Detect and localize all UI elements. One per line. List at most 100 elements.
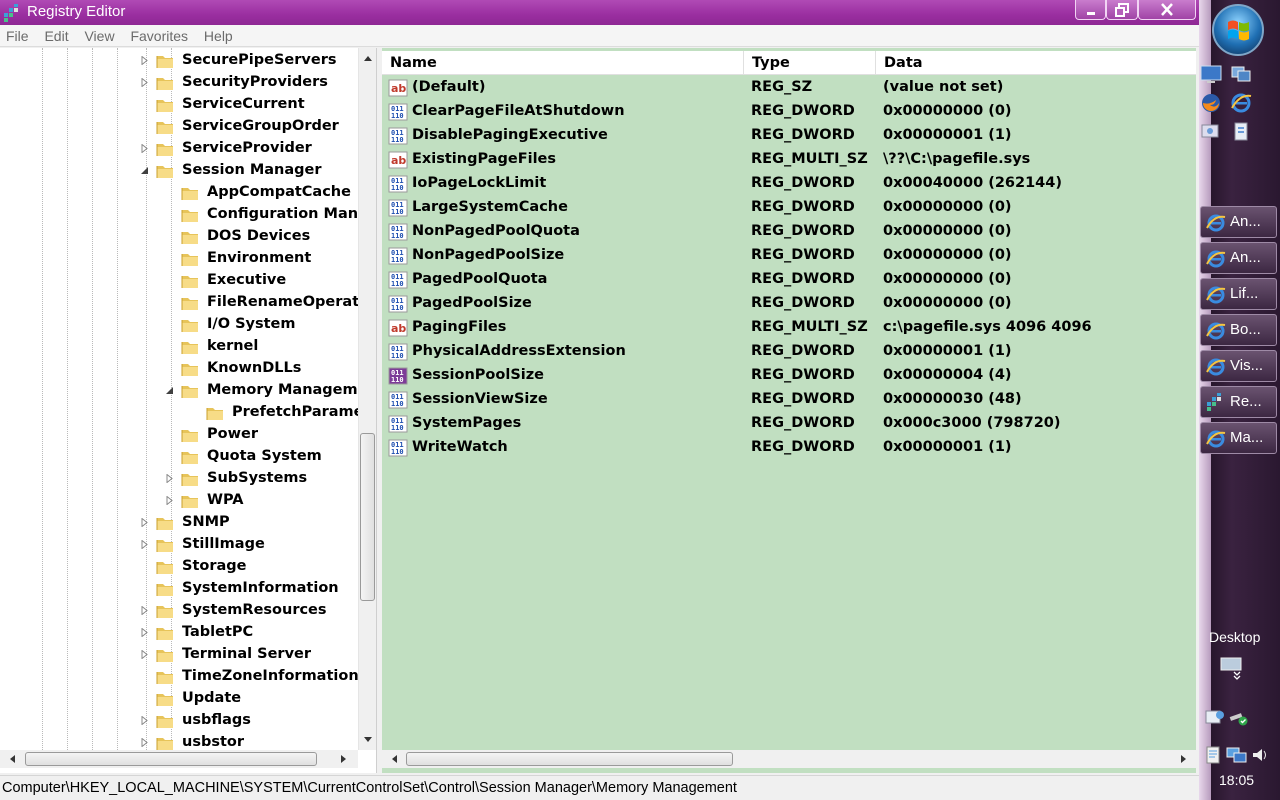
scroll-right-icon[interactable] bbox=[340, 754, 348, 764]
tree-item[interactable]: Session Manager bbox=[0, 160, 358, 182]
tree-item[interactable]: Memory Managemen bbox=[0, 380, 358, 402]
tray-update-icon[interactable] bbox=[1204, 707, 1226, 727]
close-button[interactable] bbox=[1138, 0, 1196, 20]
value-row[interactable]: 011 110 NonPagedPoolSize REG_DWORD 0x0000000… bbox=[382, 244, 1196, 268]
value-row[interactable]: 011 110 SessionPoolSize REG_DWORD 0x00000004… bbox=[382, 364, 1196, 388]
value-row[interactable]: 011 110 IoPageLockLimit REG_DWORD 0x00040000… bbox=[382, 172, 1196, 196]
tray-action-center-icon[interactable] bbox=[1204, 745, 1224, 765]
tree-item[interactable]: Storage bbox=[0, 556, 358, 578]
scroll-down-icon[interactable] bbox=[363, 736, 373, 744]
tree-item[interactable]: StillImage bbox=[0, 534, 358, 556]
tree-item[interactable]: Power bbox=[0, 424, 358, 446]
taskbar-button[interactable]: Ma... bbox=[1200, 422, 1277, 454]
tree-item[interactable]: Environment bbox=[0, 248, 358, 270]
taskbar-button[interactable]: Lif... bbox=[1200, 278, 1277, 310]
column-header-name[interactable]: Name bbox=[382, 51, 744, 75]
taskbar-button[interactable]: Bo... bbox=[1200, 314, 1277, 346]
expand-arrow-icon[interactable] bbox=[140, 628, 149, 637]
scroll-left-icon[interactable] bbox=[390, 754, 398, 764]
tree-item[interactable]: SecurityProviders bbox=[0, 72, 358, 94]
tree-item[interactable]: PrefetchParamete bbox=[0, 402, 358, 424]
menu-help[interactable]: Help bbox=[198, 25, 239, 44]
value-row[interactable]: 011 110 DisablePagingExecutive REG_DWORD 0x0… bbox=[382, 124, 1196, 148]
taskbar-button[interactable]: An... bbox=[1200, 206, 1277, 238]
tree-item[interactable]: SystemResources bbox=[0, 600, 358, 622]
desktop-toolbar-label[interactable]: Desktop bbox=[1209, 629, 1260, 645]
menu-file[interactable]: File bbox=[0, 25, 35, 44]
tree-item[interactable]: usbflags bbox=[0, 710, 358, 732]
expand-arrow-icon[interactable] bbox=[140, 606, 149, 615]
tree-item[interactable]: TabletPC bbox=[0, 622, 358, 644]
tree-item[interactable]: Update bbox=[0, 688, 358, 710]
tree-item[interactable]: TimeZoneInformation bbox=[0, 666, 358, 688]
expand-arrow-icon[interactable] bbox=[140, 144, 149, 153]
tree-horizontal-scrollbar[interactable] bbox=[0, 750, 358, 768]
expand-arrow-icon[interactable] bbox=[140, 56, 149, 65]
firefox-icon[interactable] bbox=[1200, 92, 1222, 114]
tree-item[interactable]: WPA bbox=[0, 490, 358, 512]
tree-item[interactable]: AppCompatCache bbox=[0, 182, 358, 204]
list-horizontal-scroll-thumb[interactable] bbox=[406, 752, 733, 766]
tree-item[interactable]: I/O System bbox=[0, 314, 358, 336]
start-button[interactable] bbox=[1212, 4, 1264, 56]
taskbar-button[interactable]: Vis... bbox=[1200, 350, 1277, 382]
value-row[interactable]: 011 110 SessionViewSize REG_DWORD 0x00000030… bbox=[382, 388, 1196, 412]
restore-button[interactable] bbox=[1106, 0, 1138, 20]
expand-arrow-icon[interactable] bbox=[140, 540, 149, 549]
expand-arrow-icon[interactable] bbox=[140, 738, 149, 747]
expand-arrow-icon[interactable] bbox=[165, 474, 174, 483]
clock[interactable]: 18:05 bbox=[1219, 772, 1254, 788]
network-icon[interactable] bbox=[1200, 121, 1222, 143]
expand-arrow-icon[interactable] bbox=[165, 496, 174, 505]
tree-item[interactable]: SecurePipeServers bbox=[0, 50, 358, 72]
value-row[interactable]: ab PagingFiles REG_MULTI_SZ c:\pagefile.sys… bbox=[382, 316, 1196, 340]
internet-explorer-icon[interactable] bbox=[1230, 92, 1252, 114]
tree-item[interactable]: SNMP bbox=[0, 512, 358, 534]
expand-arrow-icon[interactable] bbox=[140, 518, 149, 527]
menu-edit[interactable]: Edit bbox=[38, 25, 74, 44]
tree-item[interactable]: SubSystems bbox=[0, 468, 358, 490]
tree-item[interactable]: ServiceProvider bbox=[0, 138, 358, 160]
tree-item[interactable]: usbstor bbox=[0, 732, 358, 750]
switch-windows-icon[interactable] bbox=[1230, 63, 1252, 85]
taskbar-button[interactable]: An... bbox=[1200, 242, 1277, 274]
value-row[interactable]: 011 110 SystemPages REG_DWORD 0x000c3000 (79… bbox=[382, 412, 1196, 436]
tree-item[interactable]: Executive bbox=[0, 270, 358, 292]
tree-item[interactable]: ServiceCurrent bbox=[0, 94, 358, 116]
tree-item[interactable]: DOS Devices bbox=[0, 226, 358, 248]
tree-horizontal-scroll-thumb[interactable] bbox=[25, 752, 317, 766]
scroll-left-icon[interactable] bbox=[8, 754, 16, 764]
collapse-arrow-icon[interactable] bbox=[140, 166, 149, 175]
documents-icon[interactable] bbox=[1230, 121, 1252, 143]
scroll-up-icon[interactable] bbox=[363, 54, 373, 62]
value-row[interactable]: ab ExistingPageFiles REG_MULTI_SZ \??\C:\pa… bbox=[382, 148, 1196, 172]
value-row[interactable]: 011 110 PagedPoolSize REG_DWORD 0x00000000 (… bbox=[382, 292, 1196, 316]
tree-item[interactable]: Terminal Server bbox=[0, 644, 358, 666]
chevron-down-icon[interactable] bbox=[1232, 670, 1242, 682]
value-row[interactable]: 011 110 LargeSystemCache REG_DWORD 0x0000000… bbox=[382, 196, 1196, 220]
expand-arrow-icon[interactable] bbox=[140, 78, 149, 87]
collapse-arrow-icon[interactable] bbox=[165, 386, 174, 395]
value-row[interactable]: 011 110 ClearPageFileAtShutdown REG_DWORD 0x… bbox=[382, 100, 1196, 124]
tray-safely-remove-icon[interactable] bbox=[1228, 707, 1250, 727]
value-row[interactable]: 011 110 NonPagedPoolQuota REG_DWORD 0x000000… bbox=[382, 220, 1196, 244]
tree-item[interactable]: Configuration Manag bbox=[0, 204, 358, 226]
tree-item[interactable]: SystemInformation bbox=[0, 578, 358, 600]
value-row[interactable]: 011 110 WriteWatch REG_DWORD 0x00000001 (1) bbox=[382, 436, 1196, 460]
expand-arrow-icon[interactable] bbox=[140, 716, 149, 725]
tree-item[interactable]: KnownDLLs bbox=[0, 358, 358, 380]
menu-view[interactable]: View bbox=[78, 25, 120, 44]
value-row[interactable]: 011 110 PhysicalAddressExtension REG_DWORD 0… bbox=[382, 340, 1196, 364]
value-row[interactable]: ab (Default) REG_SZ (value not set) bbox=[382, 76, 1196, 100]
show-desktop-icon[interactable] bbox=[1200, 63, 1222, 85]
value-row[interactable]: 011 110 PagedPoolQuota REG_DWORD 0x00000000 … bbox=[382, 268, 1196, 292]
taskbar-button[interactable]: Re... bbox=[1200, 386, 1277, 418]
column-header-type[interactable]: Type bbox=[744, 51, 876, 75]
tree-item[interactable]: FileRenameOperation bbox=[0, 292, 358, 314]
expand-arrow-icon[interactable] bbox=[140, 650, 149, 659]
tray-network-icon[interactable] bbox=[1226, 745, 1248, 765]
tray-volume-icon[interactable] bbox=[1251, 745, 1269, 765]
scroll-right-icon[interactable] bbox=[1180, 754, 1188, 764]
tree-item[interactable]: ServiceGroupOrder bbox=[0, 116, 358, 138]
tree-vertical-scroll-thumb[interactable] bbox=[360, 433, 375, 601]
